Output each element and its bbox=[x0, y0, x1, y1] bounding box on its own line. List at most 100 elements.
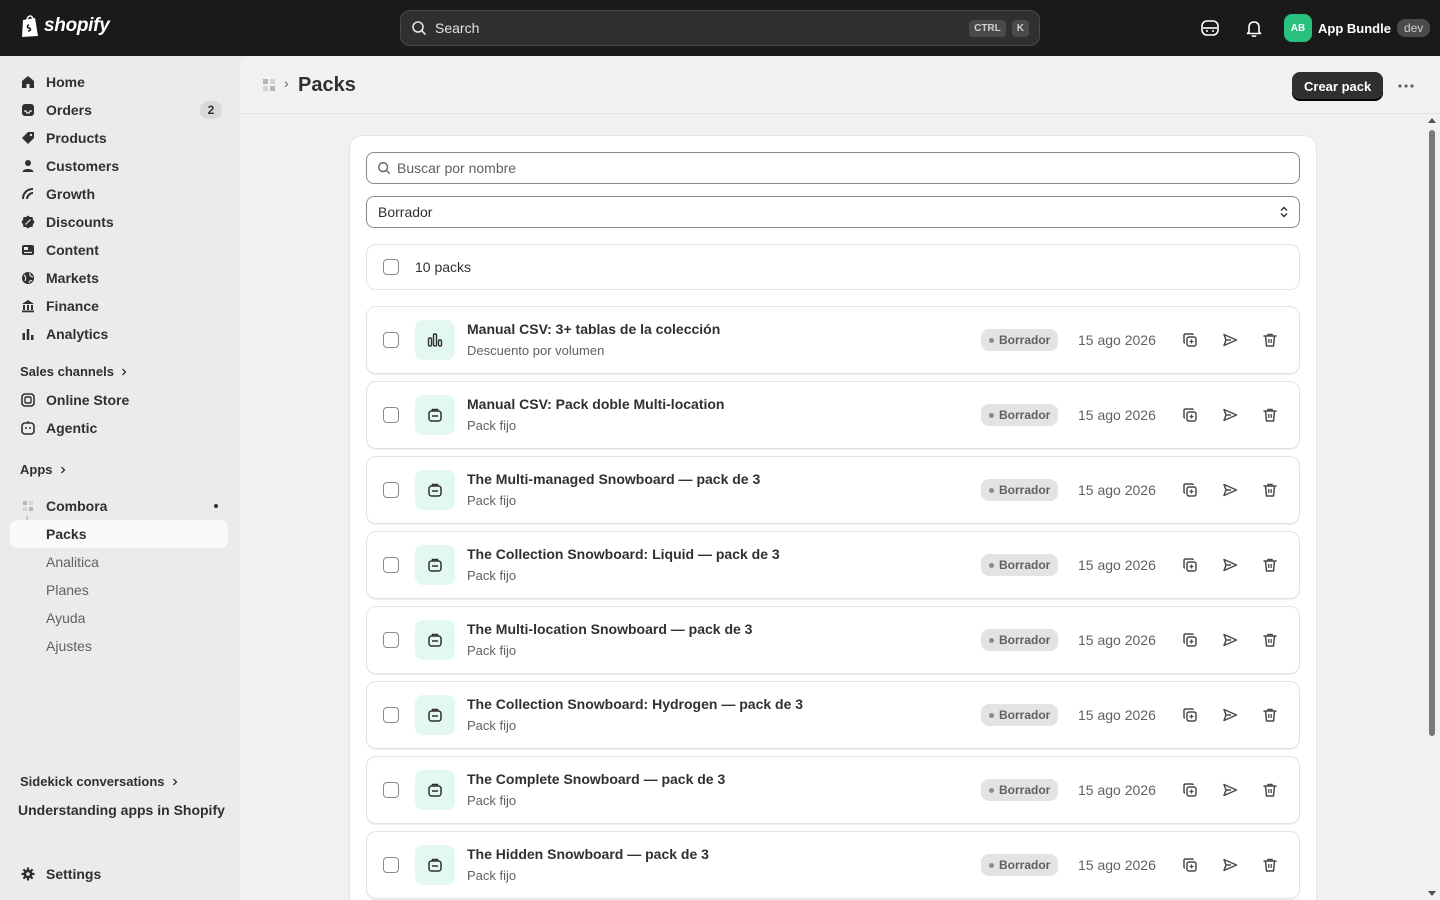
scrollbar[interactable] bbox=[1426, 116, 1438, 900]
row-checkbox[interactable] bbox=[383, 857, 399, 873]
trash-icon[interactable] bbox=[1261, 631, 1279, 649]
row-checkbox[interactable] bbox=[383, 332, 399, 348]
sidebar-item-combora[interactable]: Combora bbox=[10, 492, 228, 520]
row-checkbox[interactable] bbox=[383, 557, 399, 573]
row-checkbox[interactable] bbox=[383, 407, 399, 423]
sidebar-item-orders[interactable]: Orders 2 bbox=[10, 96, 228, 124]
send-icon[interactable] bbox=[1221, 706, 1239, 724]
sidebar-item-finance[interactable]: Finance bbox=[10, 292, 228, 320]
sidebar-item-agentic[interactable]: Agentic bbox=[10, 414, 228, 442]
trash-icon[interactable] bbox=[1261, 331, 1279, 349]
pack-row[interactable]: The Collection Snowboard: Hydrogen — pac… bbox=[366, 681, 1300, 749]
orders-icon bbox=[20, 102, 36, 118]
sidebar-item-content[interactable]: Content bbox=[10, 236, 228, 264]
duplicate-icon[interactable] bbox=[1181, 856, 1199, 874]
pack-row[interactable]: Manual CSV: 3+ tablas de la colección Des… bbox=[366, 306, 1300, 374]
trash-icon[interactable] bbox=[1261, 781, 1279, 799]
sidebar-subitem-packs[interactable]: Packs bbox=[10, 520, 228, 548]
trash-icon[interactable] bbox=[1261, 706, 1279, 724]
duplicate-icon[interactable] bbox=[1181, 706, 1199, 724]
duplicate-icon[interactable] bbox=[1181, 556, 1199, 574]
orders-count-badge: 2 bbox=[200, 101, 222, 119]
send-icon[interactable] bbox=[1221, 631, 1239, 649]
pack-row[interactable]: The Multi-managed Snowboard — pack de 3 P… bbox=[366, 456, 1300, 524]
bar-chart-icon bbox=[20, 326, 36, 342]
pack-row[interactable]: The Multi-location Snowboard — pack de 3… bbox=[366, 606, 1300, 674]
sidebar-item-analytics[interactable]: Analytics bbox=[10, 320, 228, 348]
send-icon[interactable] bbox=[1221, 406, 1239, 424]
sidebar-subitem-ajustes[interactable]: Ajustes bbox=[10, 632, 228, 660]
pack-title[interactable]: Manual CSV: Pack doble Multi-location bbox=[467, 396, 724, 412]
sidekick-conversation-item[interactable]: Understanding apps in Shopify bbox=[18, 802, 225, 818]
sidebar-item-markets[interactable]: Markets bbox=[10, 264, 228, 292]
send-icon[interactable] bbox=[1221, 556, 1239, 574]
pack-title[interactable]: The Collection Snowboard: Liquid — pack … bbox=[467, 546, 780, 562]
select-all-row: 10 packs bbox=[366, 244, 1300, 290]
global-search[interactable]: Search CTRL K bbox=[400, 10, 1040, 46]
pack-thumbnail bbox=[415, 620, 455, 660]
user-menu[interactable]: AB App Bundle dev bbox=[1284, 14, 1431, 42]
bell-icon[interactable] bbox=[1244, 18, 1264, 38]
row-checkbox[interactable] bbox=[383, 482, 399, 498]
trash-icon[interactable] bbox=[1261, 406, 1279, 424]
apps-heading[interactable]: Apps bbox=[20, 462, 67, 477]
send-icon[interactable] bbox=[1221, 331, 1239, 349]
scroll-thumb[interactable] bbox=[1429, 130, 1435, 736]
agent-icon bbox=[20, 420, 36, 436]
trash-icon[interactable] bbox=[1261, 481, 1279, 499]
person-icon bbox=[20, 158, 36, 174]
pack-title[interactable]: Manual CSV: 3+ tablas de la colección bbox=[467, 321, 720, 337]
sidebar-item-discounts[interactable]: Discounts bbox=[10, 208, 228, 236]
duplicate-icon[interactable] bbox=[1181, 481, 1199, 499]
sidebar-item-customers[interactable]: Customers bbox=[10, 152, 228, 180]
create-pack-button[interactable]: Crear pack bbox=[1292, 72, 1384, 100]
sidebar-subitem-analitica[interactable]: Analitica bbox=[10, 548, 228, 576]
pack-search-input[interactable] bbox=[397, 160, 1277, 176]
sidebar-item-online-store[interactable]: Online Store bbox=[10, 386, 228, 414]
pack-row[interactable]: The Collection Snowboard: Liquid — pack … bbox=[366, 531, 1300, 599]
pack-search-field[interactable] bbox=[366, 152, 1300, 184]
sidebar: Home Orders 2 Products Customers Growth … bbox=[0, 56, 240, 900]
trash-icon[interactable] bbox=[1261, 856, 1279, 874]
sidekick-heading[interactable]: Sidekick conversations bbox=[20, 774, 179, 789]
bundle-box-icon bbox=[427, 632, 443, 648]
pack-title[interactable]: The Hidden Snowboard — pack de 3 bbox=[467, 846, 709, 862]
pack-thumbnail bbox=[415, 320, 455, 360]
shopify-logo[interactable]: shopify bbox=[20, 14, 110, 38]
sidebar-item-products[interactable]: Products bbox=[10, 124, 228, 152]
pack-title[interactable]: The Complete Snowboard — pack de 3 bbox=[467, 771, 725, 787]
sidebar-subitem-ayuda[interactable]: Ayuda bbox=[10, 604, 228, 632]
row-checkbox[interactable] bbox=[383, 632, 399, 648]
send-icon[interactable] bbox=[1221, 781, 1239, 799]
sales-channels-heading[interactable]: Sales channels bbox=[20, 364, 128, 379]
sidekick-icon[interactable] bbox=[1200, 18, 1220, 38]
pack-count: 10 packs bbox=[415, 259, 472, 275]
duplicate-icon[interactable] bbox=[1181, 781, 1199, 799]
more-actions-button[interactable] bbox=[1394, 76, 1418, 96]
send-icon[interactable] bbox=[1221, 856, 1239, 874]
pack-row[interactable]: The Complete Snowboard — pack de 3 Pack f… bbox=[366, 756, 1300, 824]
sidebar-item-growth[interactable]: Growth bbox=[10, 180, 228, 208]
duplicate-icon[interactable] bbox=[1181, 631, 1199, 649]
sidebar-item-settings[interactable]: Settings bbox=[10, 860, 228, 888]
sidebar-item-home[interactable]: Home bbox=[10, 68, 228, 96]
status-select[interactable]: Borrador bbox=[366, 196, 1300, 228]
sidebar-subitem-planes[interactable]: Planes bbox=[10, 576, 228, 604]
row-checkbox[interactable] bbox=[383, 707, 399, 723]
pack-row[interactable]: The Hidden Snowboard — pack de 3 Pack fij… bbox=[366, 831, 1300, 899]
select-all-checkbox[interactable] bbox=[383, 259, 399, 275]
page-header: › Packs Crear pack bbox=[240, 56, 1440, 114]
trash-icon[interactable] bbox=[1261, 556, 1279, 574]
pack-title[interactable]: The Multi-location Snowboard — pack de 3 bbox=[467, 621, 752, 637]
pack-title[interactable]: The Collection Snowboard: Hydrogen — pac… bbox=[467, 696, 803, 712]
row-checkbox[interactable] bbox=[383, 782, 399, 798]
send-icon[interactable] bbox=[1221, 481, 1239, 499]
app-breadcrumb-icon[interactable] bbox=[262, 78, 276, 92]
pack-title[interactable]: The Multi-managed Snowboard — pack de 3 bbox=[467, 471, 760, 487]
home-icon bbox=[20, 74, 36, 90]
scroll-down-arrow-icon[interactable] bbox=[1428, 890, 1436, 898]
duplicate-icon[interactable] bbox=[1181, 331, 1199, 349]
duplicate-icon[interactable] bbox=[1181, 406, 1199, 424]
pack-row[interactable]: Manual CSV: Pack doble Multi-location Pac… bbox=[366, 381, 1300, 449]
scroll-up-arrow-icon[interactable] bbox=[1428, 116, 1436, 124]
